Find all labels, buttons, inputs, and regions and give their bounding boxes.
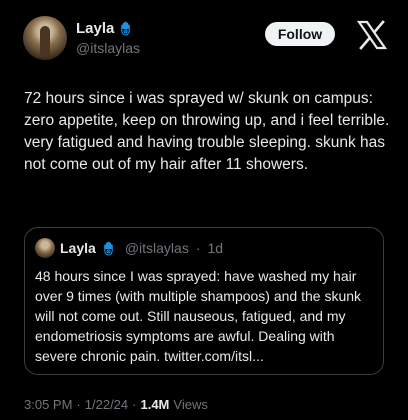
hamsa-icon (101, 241, 116, 256)
hamsa-icon (118, 21, 133, 36)
quoted-author-handle: @itslaylas (124, 240, 189, 256)
footer-separator: · (76, 397, 81, 412)
views-label: Views (173, 397, 208, 412)
author-handle[interactable]: @itslaylas (76, 40, 140, 56)
follow-button[interactable]: Follow (265, 22, 335, 46)
author-display-name[interactable]: Layla (76, 20, 114, 37)
quoted-tweet-text: 48 hours since I was sprayed: have washe… (35, 268, 362, 364)
tweet-time[interactable]: 3:05 PM (24, 397, 72, 412)
footer-separator: · (132, 397, 137, 412)
tweet-card: Layla @itslaylas Follow 72 hours since i… (0, 0, 408, 420)
tweet-text: 72 hours since i was sprayed w/ skunk on… (24, 90, 390, 173)
author-avatar[interactable] (23, 16, 67, 60)
quoted-tweet[interactable]: Layla @itslaylas · 1d 48 hours since I w… (24, 227, 384, 375)
views-count: 1.4M (140, 397, 170, 412)
quoted-age: 1d (207, 240, 224, 256)
x-logo-icon[interactable] (356, 19, 388, 51)
quoted-separator: · (195, 240, 201, 256)
author-name-row: Layla (76, 20, 133, 37)
tweet-date[interactable]: 1/22/24 (85, 397, 128, 412)
quoted-tweet-header: Layla @itslaylas · 1d (35, 238, 223, 258)
quoted-author-display-name: Layla (60, 240, 96, 256)
quoted-author-avatar (35, 238, 55, 258)
tweet-footer: 3:05 PM · 1/22/24 · 1.4M Views (24, 397, 208, 412)
